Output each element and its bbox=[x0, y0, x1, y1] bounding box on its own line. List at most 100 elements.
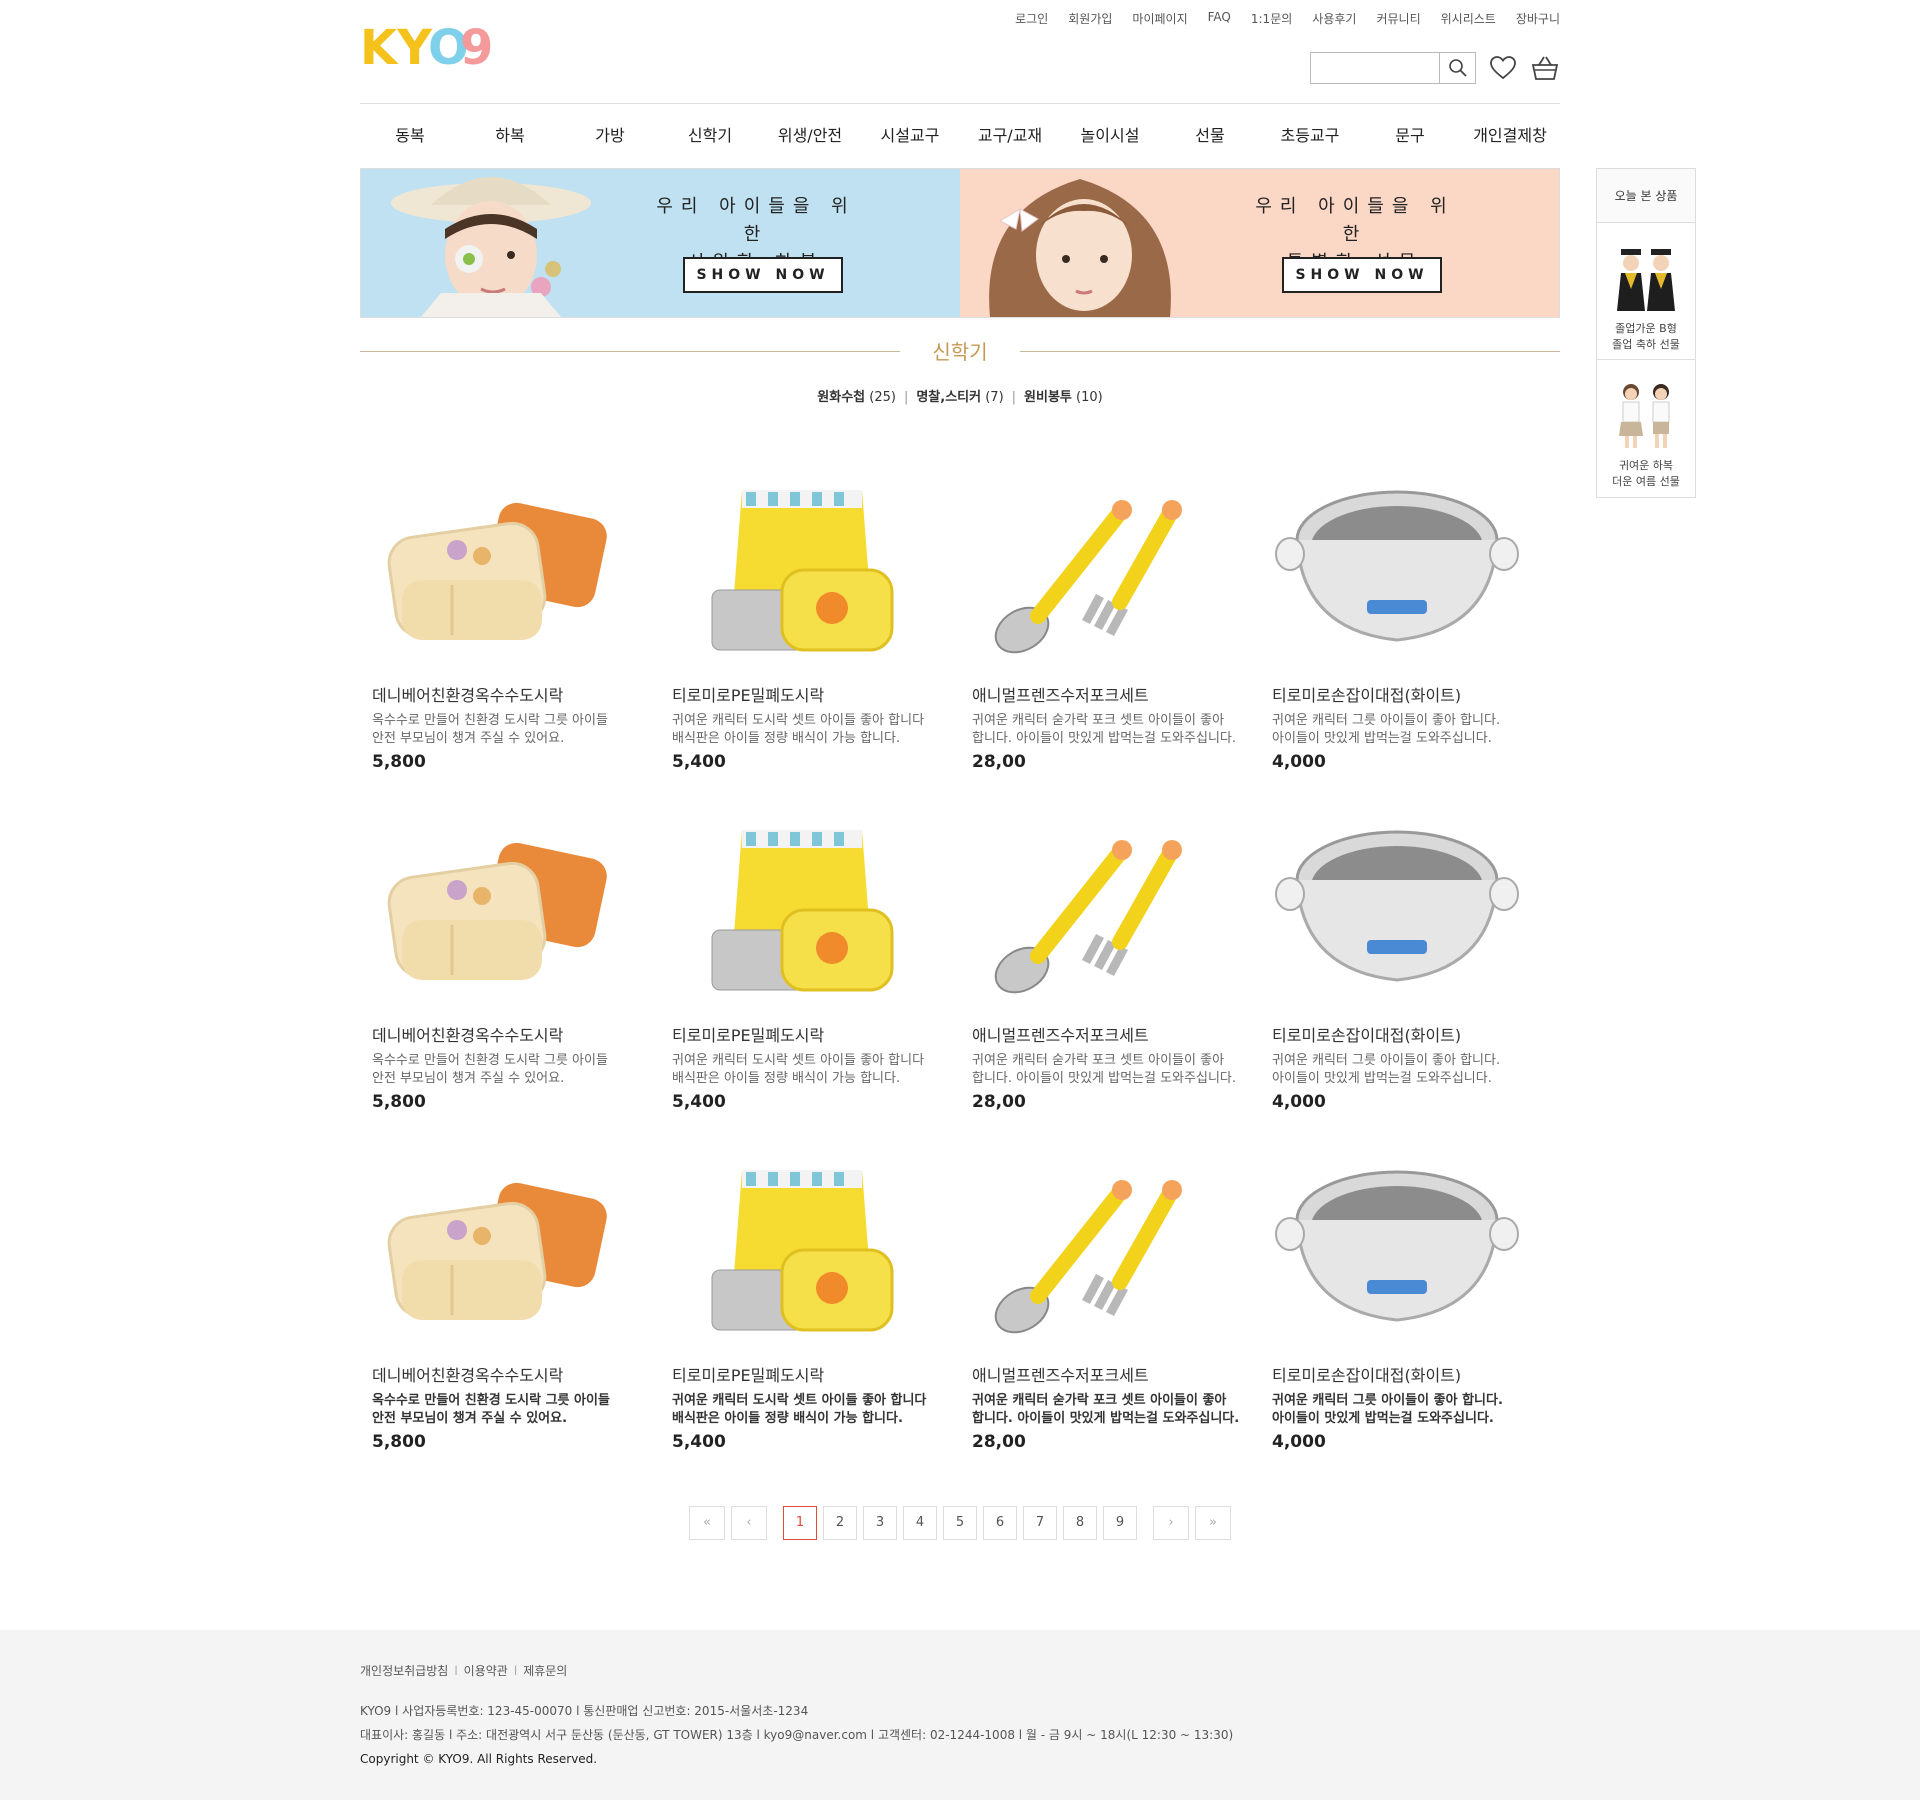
banner-summer-uniform[interactable]: 우리 아이들을 위한 시원한 하복 SHOW NOW bbox=[361, 169, 960, 317]
terms-link[interactable]: 이용약관 bbox=[464, 1664, 508, 1678]
nav-item-teaching-materials[interactable]: 교구/교재 bbox=[960, 104, 1060, 168]
product-image[interactable] bbox=[972, 810, 1222, 1010]
login-link[interactable]: 로그인 bbox=[1015, 10, 1048, 27]
product-name[interactable]: 티로미로PE밀폐도시락 bbox=[672, 1022, 960, 1046]
product-description: 옥수수로 만들어 친환경 도시락 그릇 아이들 안전 부모님이 챙겨 주실 수 있… bbox=[372, 1393, 610, 1426]
product-card[interactable]: 데니베어친환경옥수수도시락옥수수로 만들어 친환경 도시락 그릇 아이들 안전 부… bbox=[360, 1150, 660, 1490]
product-card[interactable]: 티로미로PE밀폐도시락 귀여운 캐릭터 도시락 셋트 아이들 좋아 합니다 배식판은… bbox=[660, 470, 960, 810]
site-logo[interactable]: KY O 9 bbox=[360, 18, 500, 76]
nav-item-stationery[interactable]: 문구 bbox=[1360, 104, 1460, 168]
cart-button[interactable] bbox=[1530, 53, 1560, 83]
product-grid: 데니베어친환경옥수수도시락옥수수로 만들어 친환경 도시락 그릇 아이들 안전 부… bbox=[360, 470, 1560, 1490]
product-name[interactable]: 티로미로PE밀폐도시락 bbox=[672, 682, 960, 706]
utility-links: 로그인 회원가입 마이페이지 FAQ 1:1문의 사용후기 커뮤니티 위시리스트… bbox=[1015, 10, 1560, 27]
product-image[interactable] bbox=[372, 1150, 622, 1350]
product-image[interactable] bbox=[372, 810, 622, 1010]
divider bbox=[1020, 351, 1560, 352]
prev-page-button[interactable]: ‹ bbox=[731, 1506, 767, 1540]
page-button[interactable]: 8 bbox=[1063, 1506, 1097, 1540]
nav-item-winter-uniform[interactable]: 동복 bbox=[360, 104, 460, 168]
product-card[interactable]: 애니멀프렌즈수저포크세트 귀여운 캐릭터 숟가락 포크 셋트 아이들이 좋아 합니다… bbox=[960, 470, 1260, 810]
product-name[interactable]: 티로미로손잡이대접(화이트) bbox=[1272, 682, 1560, 706]
product-image[interactable] bbox=[1272, 470, 1522, 670]
search-button[interactable] bbox=[1439, 53, 1475, 83]
signup-link[interactable]: 회원가입 bbox=[1068, 10, 1112, 27]
product-name[interactable]: 데니베어친환경옥수수도시락 bbox=[372, 682, 660, 706]
nav-item-hygiene-safety[interactable]: 위생/안전 bbox=[760, 104, 860, 168]
show-now-button[interactable]: SHOW NOW bbox=[683, 257, 843, 293]
nav-item-summer-uniform[interactable]: 하복 bbox=[460, 104, 560, 168]
page-button[interactable]: 9 bbox=[1103, 1506, 1137, 1540]
show-now-button[interactable]: SHOW NOW bbox=[1282, 257, 1442, 293]
product-card[interactable]: 티로미로PE밀폐도시락 귀여운 캐릭터 도시락 셋트 아이들 좋아 합니다 배식판은… bbox=[660, 810, 960, 1150]
faq-link[interactable]: FAQ bbox=[1208, 10, 1231, 27]
product-card[interactable]: 티로미로손잡이대접(화이트) 귀여운 캐릭터 그릇 아이들이 좋아 합니다. 아이들… bbox=[1260, 470, 1560, 810]
product-card[interactable]: 데니베어친환경옥수수도시락옥수수로 만들어 친환경 도시락 그릇 아이들 안전 부… bbox=[360, 470, 660, 810]
next-page-button[interactable]: › bbox=[1153, 1506, 1189, 1540]
product-card[interactable]: 애니멀프렌즈수저포크세트 귀여운 캐릭터 숟가락 포크 셋트 아이들이 좋아 합니다… bbox=[960, 1150, 1260, 1490]
search-input[interactable] bbox=[1311, 53, 1439, 83]
girl-ribbon-photo bbox=[989, 179, 1171, 317]
cart-link[interactable]: 장바구니 bbox=[1516, 10, 1560, 27]
product-name[interactable]: 애니멀프렌즈수저포크세트 bbox=[972, 1022, 1260, 1046]
product-card[interactable]: 데니베어친환경옥수수도시락 옥수수로 만들어 친환경 도시락 그릇 아이들 안전 부… bbox=[360, 810, 660, 1150]
product-card[interactable]: 티로미로손잡이대접(화이트) 귀여운 캐릭터 그릇 아이들이 좋아 합니다. 아이들… bbox=[1260, 810, 1560, 1150]
partnership-link[interactable]: 제휴문의 bbox=[523, 1664, 567, 1678]
promo-banner: 우리 아이들을 위한 시원한 하복 SHOW NOW 우리 아이들을 위한 특별… bbox=[360, 168, 1560, 318]
nav-item-playground[interactable]: 놀이시설 bbox=[1060, 104, 1160, 168]
product-card[interactable]: 티로미로손잡이대접(화이트) 귀여운 캐릭터 그릇 아이들이 좋아 합니다. 아이들… bbox=[1260, 1150, 1560, 1490]
page-button[interactable]: 6 bbox=[983, 1506, 1017, 1540]
subcategory-link[interactable]: 원비봉투 (10) bbox=[1024, 390, 1103, 405]
product-price: 28,00 bbox=[972, 1092, 1026, 1112]
product-image[interactable] bbox=[672, 1150, 922, 1350]
mypage-link[interactable]: 마이페이지 bbox=[1132, 10, 1187, 27]
product-image[interactable] bbox=[972, 1150, 1222, 1350]
last-page-button[interactable]: » bbox=[1195, 1506, 1231, 1540]
product-card[interactable]: 애니멀프렌즈수저포크세트 귀여운 캐릭터 숟가락 포크 셋트 아이들이 좋아 합니다… bbox=[960, 810, 1260, 1150]
page-button-current[interactable]: 1 bbox=[783, 1506, 817, 1540]
nav-item-gifts[interactable]: 선물 bbox=[1160, 104, 1260, 168]
page-button[interactable]: 3 bbox=[863, 1506, 897, 1540]
product-name[interactable]: 데니베어친환경옥수수도시락 bbox=[372, 1022, 660, 1046]
product-description: 귀여운 캐릭터 그릇 아이들이 좋아 합니다. 아이들이 맛있게 밥먹는걸 도와주… bbox=[1272, 1393, 1503, 1426]
product-name[interactable]: 애니멀프렌즈수저포크세트 bbox=[972, 682, 1260, 706]
nav-item-facility[interactable]: 시설교구 bbox=[860, 104, 960, 168]
nav-item-elementary[interactable]: 초등교구 bbox=[1260, 104, 1360, 168]
community-link[interactable]: 커뮤니티 bbox=[1376, 10, 1420, 27]
girl-hat-photo bbox=[391, 177, 591, 317]
product-image[interactable] bbox=[672, 470, 922, 670]
product-card[interactable]: 티로미로PE밀폐도시락 귀여운 캐릭터 도시락 셋트 아이들 좋아 합니다 배식판은… bbox=[660, 1150, 960, 1490]
inquiry-link[interactable]: 1:1문의 bbox=[1251, 10, 1292, 27]
wishlist-button[interactable] bbox=[1488, 53, 1518, 83]
subcategory-link[interactable]: 명찰,스티커 (7) bbox=[916, 390, 1003, 405]
search-row bbox=[1310, 52, 1560, 84]
banner-headline: 우리 아이들을 위한 bbox=[656, 196, 856, 245]
product-name[interactable]: 애니멀프렌즈수저포크세트 bbox=[972, 1362, 1260, 1386]
product-image[interactable] bbox=[1272, 1150, 1522, 1350]
product-name[interactable]: 티로미로손잡이대접(화이트) bbox=[1272, 1022, 1560, 1046]
nav-item-bags[interactable]: 가방 bbox=[560, 104, 660, 168]
nav-item-new-semester[interactable]: 신학기 bbox=[660, 104, 760, 168]
recently-viewed-item[interactable]: 졸업가운 B형 졸업 축하 선물 bbox=[1597, 223, 1695, 360]
product-image[interactable] bbox=[372, 470, 622, 670]
banner-special-gift[interactable]: 우리 아이들을 위한 특별한 선물 SHOW NOW bbox=[960, 169, 1559, 317]
recently-viewed-item[interactable]: 귀여운 하복 더운 여름 선물 bbox=[1597, 360, 1695, 497]
product-name[interactable]: 데니베어친환경옥수수도시락 bbox=[372, 1362, 660, 1386]
product-image[interactable] bbox=[672, 810, 922, 1010]
product-name[interactable]: 티로미로손잡이대접(화이트) bbox=[1272, 1362, 1560, 1386]
page-button[interactable]: 5 bbox=[943, 1506, 977, 1540]
reviews-link[interactable]: 사용후기 bbox=[1312, 10, 1356, 27]
product-image[interactable] bbox=[1272, 810, 1522, 1010]
first-page-button[interactable]: « bbox=[689, 1506, 725, 1540]
page-button[interactable]: 4 bbox=[903, 1506, 937, 1540]
privacy-policy-link[interactable]: 개인정보취급방침 bbox=[360, 1664, 448, 1678]
page-button[interactable]: 7 bbox=[1023, 1506, 1057, 1540]
page-button[interactable]: 2 bbox=[823, 1506, 857, 1540]
subcategory-link[interactable]: 원화수첩 (25) bbox=[817, 390, 896, 405]
product-image[interactable] bbox=[972, 470, 1222, 670]
product-description: 옥수수로 만들어 친환경 도시락 그릇 아이들 안전 부모님이 챙겨 주실 수 있… bbox=[372, 713, 608, 746]
nav-item-personal-payment[interactable]: 개인결제창 bbox=[1460, 104, 1560, 168]
product-name[interactable]: 티로미로PE밀폐도시락 bbox=[672, 1362, 960, 1386]
recently-viewed-widget: 오늘 본 상품 졸업가운 B형 졸업 축하 선물 귀여운 하복 더운 여름 선물 bbox=[1596, 168, 1696, 498]
wishlist-link[interactable]: 위시리스트 bbox=[1441, 10, 1496, 27]
